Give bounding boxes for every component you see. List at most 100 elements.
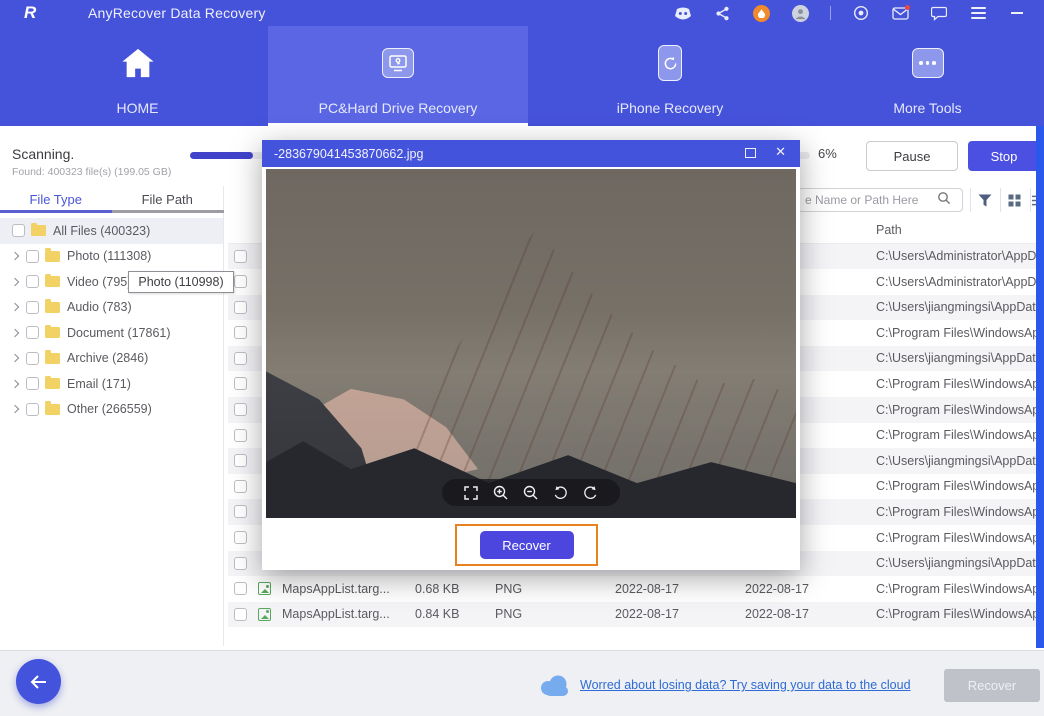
checkbox[interactable] [234,608,247,621]
checkbox[interactable] [234,505,247,518]
scan-status-text: Scanning. [12,146,74,162]
checkbox[interactable] [26,275,39,288]
tab-pc-hard-drive-recovery[interactable]: PC&Hard Drive Recovery [268,26,528,126]
tab-file-type[interactable]: File Type [0,186,112,213]
stop-button[interactable]: Stop [968,141,1040,171]
checkbox[interactable] [234,301,247,314]
modal-title: -283679041453870662.jpg [274,147,423,161]
mail-icon[interactable] [891,4,909,22]
checkbox[interactable] [234,352,247,365]
tree-item-archive[interactable]: Archive (2846) [0,346,223,372]
tree-item-all-files[interactable]: All Files (400323) [0,218,223,244]
tree-item-document[interactable]: Document (17861) [0,320,223,346]
path-cell: C:\Users\jiangmingsi\AppData [876,351,1036,365]
path-cell: C:\Users\jiangmingsi\AppData [876,556,1036,570]
tab-file-path[interactable]: File Path [112,186,224,213]
checkbox[interactable] [234,557,247,570]
fullscreen-icon[interactable] [464,486,478,500]
chevron-right-icon[interactable] [11,405,19,413]
cloud-backup-link[interactable]: Worred about losing data? Try saving you… [580,678,911,692]
minimize-icon[interactable] [1008,4,1026,22]
chevron-right-icon[interactable] [11,380,19,388]
zoom-in-icon[interactable] [493,485,508,500]
checkbox[interactable] [234,326,247,339]
record-icon[interactable] [852,4,870,22]
checkbox[interactable] [234,454,247,467]
share-icon[interactable] [713,4,731,22]
checkbox[interactable] [26,377,39,390]
scan-found-text: Found: 400323 file(s) (199.05 GB) [12,166,171,178]
window-edge-strip [1036,126,1044,648]
tree-item-label: Other (266559) [67,402,152,416]
back-button[interactable] [16,659,61,704]
tree-item-label: Photo (111308) [67,249,151,263]
discord-icon[interactable] [674,4,692,22]
chevron-right-icon[interactable] [11,278,19,286]
checkbox[interactable] [234,480,247,493]
checkbox[interactable] [26,326,39,339]
checkbox[interactable] [234,429,247,442]
search-icon[interactable] [937,191,951,210]
checkbox[interactable] [26,352,39,365]
path-column-header[interactable]: Path [876,223,902,237]
checkbox[interactable] [26,250,39,263]
checkbox[interactable] [26,301,39,314]
checkbox[interactable] [234,275,247,288]
rotate-right-icon[interactable] [583,485,598,500]
chevron-right-icon[interactable] [11,329,19,337]
chat-icon[interactable] [930,4,948,22]
checkbox[interactable] [234,403,247,416]
recover-button-disabled[interactable]: Recover [944,669,1040,702]
name-cell: MapsAppList.targ... [282,607,390,621]
folder-icon [45,404,60,415]
maximize-icon[interactable] [745,148,756,158]
search-input[interactable] [805,193,935,207]
path-cell: C:\Program Files\WindowsApp [876,505,1036,519]
account-icon[interactable] [791,4,809,22]
path-cell: C:\Program Files\WindowsApp [876,479,1036,493]
type-cell: PNG [495,607,522,621]
sidebar-tabs: File Type File Path [0,186,223,213]
modal-recover-button[interactable]: Recover [480,531,574,559]
tree-item-other[interactable]: Other (266559) [0,397,223,423]
modal-footer: Recover [262,518,800,570]
folder-icon [45,327,60,338]
path-cell: C:\Program Files\WindowsApp [876,377,1036,391]
checkbox[interactable] [234,377,247,390]
tab-label: iPhone Recovery [617,100,724,116]
active-tab-underline [0,210,112,213]
close-icon[interactable]: ✕ [775,144,786,160]
chevron-right-icon[interactable] [11,354,19,362]
zoom-out-icon[interactable] [523,485,538,500]
tab-iphone-recovery[interactable]: iPhone Recovery [555,26,785,126]
sidebar: File Type File Path All Files (400323) P… [0,186,224,646]
path-cell: C:\Users\jiangmingsi\AppData [876,454,1036,468]
tree-item-label: Archive (2846) [67,351,148,365]
table-row[interactable]: MapsAppList.targ... 0.84 KB PNG 2022-08-… [228,602,1036,628]
file-type-tree: All Files (400323) Photo (111308) Video … [0,218,223,422]
tab-home[interactable]: HOME [60,26,215,126]
tree-item-email[interactable]: Email (171) [0,371,223,397]
path-cell: C:\Users\jiangmingsi\AppData [876,300,1036,314]
app-window: R AnyRecover Data Recovery [0,0,1044,716]
image-preview [266,169,796,518]
promo-icon[interactable] [752,4,770,22]
tree-item-audio[interactable]: Audio (783) [0,295,223,321]
checkbox[interactable] [234,582,247,595]
pause-button[interactable]: Pause [866,141,958,171]
tab-more-tools[interactable]: More Tools [815,26,1040,126]
filter-icon[interactable] [970,188,998,212]
checkbox[interactable] [26,403,39,416]
checkbox[interactable] [234,250,247,263]
chevron-right-icon[interactable] [11,252,19,260]
checkbox[interactable] [234,531,247,544]
path-cell: C:\Program Files\WindowsApp [876,582,1036,596]
menu-icon[interactable] [969,4,987,22]
modified-cell: 2022-08-17 [745,607,809,621]
grid-view-icon[interactable] [1000,188,1028,212]
preview-modal: -283679041453870662.jpg ✕ [262,140,800,570]
rotate-left-icon[interactable] [553,485,568,500]
chevron-right-icon[interactable] [11,303,19,311]
table-row[interactable]: MapsAppList.targ... 0.68 KB PNG 2022-08-… [228,576,1036,602]
tree-item-photo[interactable]: Photo (111308) [0,244,223,270]
